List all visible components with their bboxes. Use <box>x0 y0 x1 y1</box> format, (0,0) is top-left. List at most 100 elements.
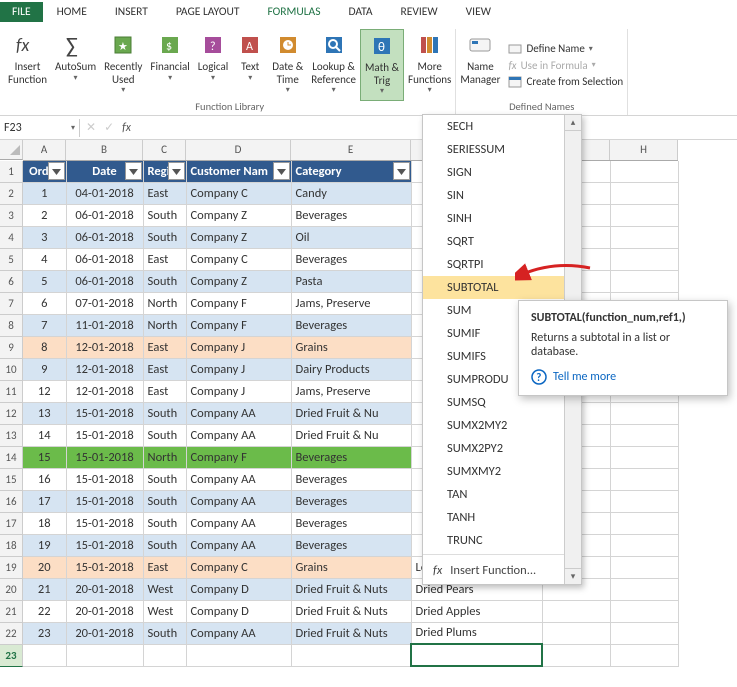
row-header[interactable]: 7 <box>0 293 23 315</box>
row-header[interactable]: 15 <box>0 469 23 491</box>
tab-view[interactable]: VIEW <box>452 2 505 22</box>
th-date[interactable]: Date <box>66 161 143 183</box>
text-button[interactable]: A Text ▾ <box>232 29 268 101</box>
name-manager-button[interactable]: Name Manager <box>456 29 504 101</box>
menu-item-sumxmy2[interactable]: SUMXMY2 <box>423 460 564 483</box>
th-category[interactable]: Category <box>291 161 411 183</box>
menu-item-sign[interactable]: SIGN <box>423 161 564 184</box>
row-header[interactable]: 13 <box>0 425 23 447</box>
financial-button[interactable]: $ Financial ▾ <box>146 29 193 101</box>
menu-item-trunc[interactable]: TRUNC <box>423 529 564 552</box>
more-functions-button[interactable]: More Functions ▾ <box>404 29 455 101</box>
col-header-H[interactable]: H <box>610 140 678 160</box>
filter-icon[interactable] <box>48 162 65 180</box>
tab-page-layout[interactable]: PAGE LAYOUT <box>162 2 254 22</box>
menu-item-sin[interactable]: SIN <box>423 184 564 207</box>
col-header-D[interactable]: D <box>186 140 291 160</box>
svg-text:?: ? <box>210 40 216 54</box>
filter-icon[interactable] <box>125 162 142 180</box>
row-header[interactable]: 6 <box>0 271 23 293</box>
row-header[interactable]: 4 <box>0 227 23 249</box>
tell-me-more-link[interactable]: ? Tell me more <box>531 369 715 385</box>
tooltip-body: Returns a subtotal in a list or database… <box>531 331 715 359</box>
menu-item-tan[interactable]: TAN <box>423 483 564 506</box>
tab-home[interactable]: HOME <box>43 2 101 22</box>
tab-data[interactable]: DATA <box>334 2 386 22</box>
row-header[interactable]: 14 <box>0 447 23 469</box>
use-in-formula-button[interactable]: fx Use in Formula ▾ <box>508 59 623 72</box>
insert-function-menu-item[interactable]: fx Insert Function... <box>423 557 581 584</box>
col-header-E[interactable]: E <box>291 140 411 160</box>
filter-icon[interactable] <box>393 162 410 180</box>
table-row[interactable] <box>23 644 678 666</box>
row-header[interactable]: 12 <box>0 403 23 425</box>
fx-icon: fx <box>433 563 442 578</box>
active-cell[interactable] <box>411 644 542 666</box>
fx-icon[interactable]: fx <box>122 121 131 135</box>
lookup-button[interactable]: Lookup & Reference ▾ <box>307 29 360 101</box>
insert-function-button[interactable]: fx Insert Function <box>4 29 51 101</box>
th-region[interactable]: Regic <box>143 161 186 183</box>
menu-item-seriessum[interactable]: SERIESSUM <box>423 138 564 161</box>
tab-insert[interactable]: INSERT <box>101 2 162 22</box>
menu-item-sech[interactable]: SECH <box>423 115 564 138</box>
menu-item-sinh[interactable]: SINH <box>423 207 564 230</box>
select-all-corner[interactable] <box>0 140 23 160</box>
row-header[interactable]: 1 <box>0 161 23 183</box>
scroll-up-icon[interactable]: ▴ <box>565 115 581 131</box>
menu-item-tanh[interactable]: TANH <box>423 506 564 529</box>
row-header[interactable]: 23 <box>0 645 23 667</box>
row-header[interactable]: 3 <box>0 205 23 227</box>
scroll-down-icon[interactable]: ▾ <box>565 568 581 584</box>
row-header[interactable]: 20 <box>0 579 23 601</box>
label: Math & Trig <box>365 62 399 87</box>
group-function-library: Function Library <box>4 100 455 113</box>
create-from-selection-button[interactable]: Create from Selection <box>508 75 623 89</box>
define-name-button[interactable]: Define Name ▾ <box>508 42 623 56</box>
row-header[interactable]: 22 <box>0 623 23 645</box>
label: Logical <box>198 61 228 74</box>
col-header-B[interactable]: B <box>66 140 143 160</box>
menu-item-sqrtpi[interactable]: SQRTPI <box>423 253 564 276</box>
menu-item-sumx2py2[interactable]: SUMX2PY2 <box>423 437 564 460</box>
name-box[interactable]: F23 ▾ <box>0 119 80 137</box>
chevron-down-icon[interactable]: ▾ <box>71 123 75 133</box>
accept-icon: ✓ <box>104 120 114 135</box>
th-order[interactable]: Order <box>23 161 66 183</box>
col-header-A[interactable]: A <box>23 140 66 160</box>
menu-item-sumx2my2[interactable]: SUMX2MY2 <box>423 414 564 437</box>
label: More Functions <box>408 61 451 86</box>
logical-button[interactable]: ? Logical ▾ <box>194 29 232 101</box>
row-header[interactable]: 17 <box>0 513 23 535</box>
row-header[interactable]: 8 <box>0 315 23 337</box>
row-header[interactable]: 21 <box>0 601 23 623</box>
col-header-C[interactable]: C <box>143 140 186 160</box>
svg-text:$: $ <box>166 40 172 54</box>
row-header[interactable]: 10 <box>0 359 23 381</box>
recently-used-button[interactable]: ★ Recently Used ▾ <box>100 29 146 101</box>
row-header[interactable]: 16 <box>0 491 23 513</box>
table-row[interactable]: 23 20-01-2018 South Company AA Dried Fru… <box>23 622 678 644</box>
math-trig-button[interactable]: θ Math & Trig ▾ <box>360 29 404 101</box>
table-row[interactable]: 22 20-01-2018 West Company D Dried Fruit… <box>23 600 678 622</box>
label: Insert Function... <box>450 563 536 578</box>
ribbon-tabs: FILE HOME INSERT PAGE LAYOUT FORMULAS DA… <box>0 0 737 22</box>
row-header[interactable]: 5 <box>0 249 23 271</box>
tab-file[interactable]: FILE <box>0 2 43 22</box>
menu-item-sqrt[interactable]: SQRT <box>423 230 564 253</box>
name-box-value: F23 <box>4 121 22 135</box>
tab-formulas[interactable]: FORMULAS <box>253 2 334 22</box>
tab-review[interactable]: REVIEW <box>387 2 452 22</box>
row-header[interactable]: 18 <box>0 535 23 557</box>
filter-icon[interactable] <box>273 162 290 180</box>
row-header[interactable]: 19 <box>0 557 23 579</box>
autosum-button[interactable]: ∑ AutoSum ▾ <box>51 29 100 101</box>
date-time-button[interactable]: Date & Time ▾ <box>268 29 307 101</box>
row-header[interactable]: 11 <box>0 381 23 403</box>
label: Name Manager <box>460 61 500 86</box>
row-header[interactable]: 2 <box>0 183 23 205</box>
menu-item-subtotal[interactable]: SUBTOTAL <box>423 276 564 299</box>
th-customer[interactable]: Customer Nam <box>186 161 291 183</box>
filter-icon[interactable] <box>168 162 185 180</box>
row-header[interactable]: 9 <box>0 337 23 359</box>
